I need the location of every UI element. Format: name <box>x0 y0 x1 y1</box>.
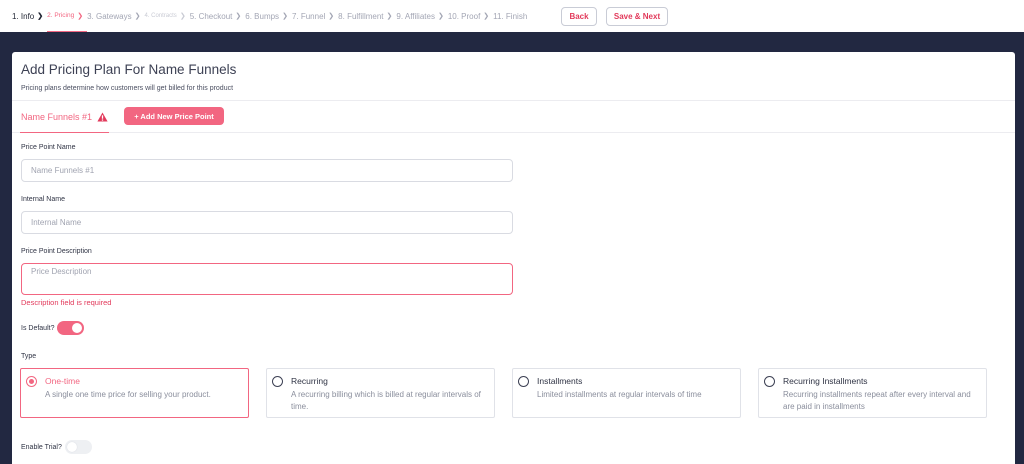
step-finish[interactable]: 11. Finish <box>493 12 527 21</box>
add-price-point-button[interactable]: + Add New Price Point <box>124 107 224 125</box>
chevron-right-icon: ❯ <box>386 13 393 20</box>
step-label: 10. Proof <box>447 11 481 21</box>
chevron-right-icon: ❯ <box>77 12 84 20</box>
type-option-one-time[interactable]: One-time A single one time price for sel… <box>20 368 249 418</box>
card-header: Add Pricing Plan For Name Funnels Pricin… <box>12 52 1015 101</box>
step-affiliates[interactable]: 9. Affiliates ❯ <box>396 12 447 21</box>
warning-icon <box>97 111 108 122</box>
step-fulfillment[interactable]: 8. Fulfillment ❯ <box>338 12 396 21</box>
steps-list: 1. Info ❯ 2. Pricing ❯ 3. Gateways ❯ 4. Con… <box>12 0 527 32</box>
save-next-button[interactable]: Save & Next <box>606 7 668 26</box>
radio-button[interactable] <box>26 376 37 387</box>
enable-trial-row: Enable Trial? <box>21 440 92 454</box>
tab-price-point-1[interactable]: Name Funnels #1 <box>20 101 110 133</box>
chevron-right-icon: ❯ <box>235 13 242 20</box>
chevron-right-icon: ❯ <box>328 13 335 20</box>
step-bumps[interactable]: 6. Bumps ❯ <box>245 12 292 21</box>
step-proof[interactable]: 10. Proof ❯ <box>448 12 493 21</box>
step-label: 1. Info <box>12 11 35 21</box>
step-label: 5. Checkout <box>189 11 233 21</box>
type-label: Type <box>21 353 37 360</box>
step-label: 7. Funnel <box>291 11 326 21</box>
step-label: 4. Contracts <box>144 13 177 19</box>
description-textarea[interactable]: Price Description <box>21 263 513 295</box>
enable-trial-label: Enable Trial? <box>21 443 62 451</box>
option-description: Limited installments at regular interval… <box>537 390 702 399</box>
step-gateways[interactable]: 3. Gateways ❯ <box>87 12 144 21</box>
is-default-label: Is Default? <box>21 324 55 332</box>
type-option-recurring[interactable]: Recurring A recurring billing which is b… <box>266 368 495 418</box>
internal-name-input[interactable]: Internal Name <box>21 211 513 234</box>
chevron-right-icon: ❯ <box>37 13 44 20</box>
back-button[interactable]: Back <box>561 7 597 26</box>
option-description: A single one time price for selling your… <box>45 390 211 399</box>
price-point-name-input[interactable]: Name Funnels #1 <box>21 159 513 182</box>
step-checkout[interactable]: 5. Checkout ❯ <box>190 12 246 21</box>
step-label: 2. Pricing <box>47 12 75 19</box>
option-description: Recurring installments repeat after ever… <box>783 390 971 411</box>
chevron-right-icon: ❯ <box>437 13 444 20</box>
radio-button[interactable] <box>764 376 775 387</box>
step-label: 8. Fulfillment <box>338 11 384 21</box>
is-default-toggle[interactable] <box>57 321 85 335</box>
step-label: 9. Affiliates <box>396 11 435 21</box>
internal-name-label: Internal Name <box>21 196 65 203</box>
option-title: Recurring Installments <box>783 376 868 386</box>
enable-trial-toggle[interactable] <box>64 440 92 454</box>
page-subtitle: Pricing plans determine how customers wi… <box>21 85 234 92</box>
chevron-right-icon: ❯ <box>179 13 186 20</box>
option-title: Recurring <box>291 376 328 386</box>
price-point-tabs: Name Funnels #1 + Add New Price Point <box>12 101 1015 133</box>
radio-button[interactable] <box>272 376 283 387</box>
tab-label: Name Funnels #1 <box>21 111 93 122</box>
option-title: One-time <box>45 376 80 386</box>
description-label: Price Point Description <box>21 248 92 255</box>
type-option-recurring-installments[interactable]: Recurring Installments Recurring install… <box>758 368 987 418</box>
chevron-right-icon: ❯ <box>282 13 288 20</box>
toggle-knob <box>72 323 83 333</box>
step-label: 11. Finish <box>493 11 528 21</box>
type-option-installments[interactable]: Installments Limited installments at reg… <box>512 368 741 418</box>
step-funnel[interactable]: 7. Funnel ❯ <box>292 12 338 21</box>
description-error: Description field is required <box>21 298 112 307</box>
step-pricing[interactable]: 2. Pricing ❯ <box>47 0 88 32</box>
step-info[interactable]: 1. Info ❯ <box>12 12 47 21</box>
option-description: A recurring billing which is billed at r… <box>291 390 481 411</box>
is-default-row: Is Default? <box>21 321 85 335</box>
chevron-right-icon: ❯ <box>134 13 141 20</box>
chevron-right-icon: ❯ <box>483 13 490 20</box>
pricing-card: Add Pricing Plan For Name Funnels Pricin… <box>12 52 1015 464</box>
step-label: 3. Gateways <box>87 11 132 21</box>
page-title: Add Pricing Plan For Name Funnels <box>21 62 237 77</box>
step-navigation: 1. Info ❯ 2. Pricing ❯ 3. Gateways ❯ 4. Con… <box>0 0 1024 32</box>
toggle-knob <box>66 442 77 452</box>
radio-button[interactable] <box>518 376 529 387</box>
option-title: Installments <box>537 376 583 386</box>
price-point-name-label: Price Point Name <box>21 144 76 151</box>
step-label: 6. Bumps <box>245 11 280 21</box>
step-contracts: 4. Contracts ❯ <box>144 12 189 20</box>
